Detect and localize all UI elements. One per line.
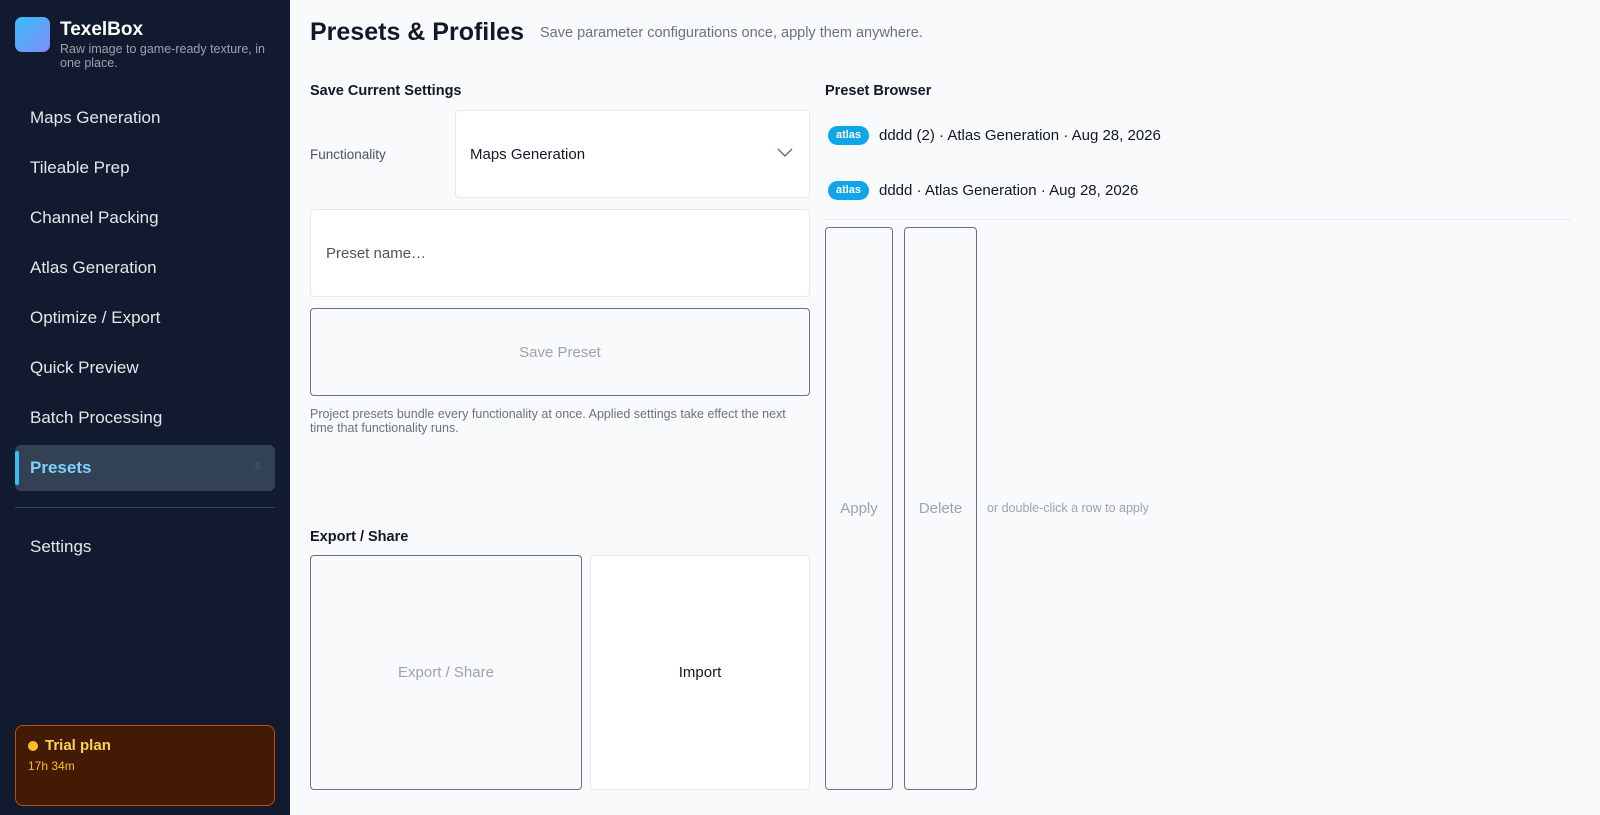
sidebar-item-label: Presets xyxy=(30,458,92,477)
sidebar-item-batch-processing[interactable]: Batch Processing xyxy=(15,395,275,441)
helper-text: Project presets bundle every functionali… xyxy=(310,407,786,435)
sidebar-item-label: Atlas Generation xyxy=(30,258,157,277)
preset-tag-badge: atlas xyxy=(828,180,869,200)
sidebar-item-optimize-export[interactable]: Optimize / Export xyxy=(15,295,275,341)
app-logo-icon xyxy=(15,17,50,52)
preset-row-text: dddd (2) · Atlas Generation · Aug 28, 20… xyxy=(879,126,1161,144)
page-title: Presets & Profiles xyxy=(310,18,524,46)
functionality-select[interactable]: Maps Generation xyxy=(455,110,810,198)
trial-plan-card[interactable]: Trial plan 17h 34m xyxy=(15,725,275,806)
sidebar-item-label: Quick Preview xyxy=(30,358,139,377)
chevron-down-icon xyxy=(777,148,793,158)
app-tagline: Raw image to game-ready texture, in one … xyxy=(60,42,265,70)
sidebar-item-settings[interactable]: Settings xyxy=(15,524,275,570)
browser-divider xyxy=(824,219,1570,220)
preset-name-input[interactable] xyxy=(310,209,810,297)
sidebar-item-maps-generation[interactable]: Maps Generation xyxy=(15,95,275,141)
save-section-title: Save Current Settings xyxy=(310,83,462,99)
sidebar: TexelBox Raw image to game-ready texture… xyxy=(0,0,290,815)
export-share-button[interactable]: Export / Share xyxy=(310,555,582,790)
preset-browser-title: Preset Browser xyxy=(825,83,932,99)
sidebar-item-label: Optimize / Export xyxy=(30,308,161,327)
sidebar-item-quick-preview[interactable]: Quick Preview xyxy=(15,345,275,391)
delete-button[interactable]: Delete xyxy=(904,227,977,790)
save-preset-button[interactable]: Save Preset xyxy=(310,308,810,396)
count-badge: 8 xyxy=(254,461,261,473)
apply-button[interactable]: Apply xyxy=(825,227,893,790)
preset-row[interactable]: atlas dddd · Atlas Generation · Aug 28, … xyxy=(824,170,1574,210)
sidebar-item-label: Channel Packing xyxy=(30,208,159,227)
functionality-select-value: Maps Generation xyxy=(470,145,586,163)
sidebar-item-presets[interactable]: Presets 8 xyxy=(15,445,275,491)
sidebar-item-atlas-generation[interactable]: Atlas Generation xyxy=(15,245,275,291)
sidebar-item-label: Batch Processing xyxy=(30,408,163,427)
sidebar-divider xyxy=(15,507,275,508)
status-dot-icon xyxy=(28,741,38,751)
sidebar-item-label: Maps Generation xyxy=(30,108,161,127)
sidebar-item-channel-packing[interactable]: Channel Packing xyxy=(15,195,275,241)
sidebar-item-tileable-prep[interactable]: Tileable Prep xyxy=(15,145,275,191)
sidebar-item-label: Tileable Prep xyxy=(30,158,130,177)
import-button[interactable]: Import xyxy=(590,555,810,790)
preset-tag-badge: atlas xyxy=(828,125,869,145)
app-name: TexelBox xyxy=(60,19,144,40)
export-section-title: Export / Share xyxy=(310,529,409,545)
preset-row-text: dddd · Atlas Generation · Aug 28, 2026 xyxy=(879,181,1139,199)
apply-hint: or double-click a row to apply xyxy=(987,501,1149,515)
trial-remaining: 17h 34m xyxy=(28,759,75,773)
sidebar-item-label: Settings xyxy=(30,537,92,556)
preset-row[interactable]: atlas dddd (2) · Atlas Generation · Aug … xyxy=(824,115,1574,155)
functionality-label: Functionality xyxy=(310,147,386,162)
trial-title: Trial plan xyxy=(45,737,111,754)
page-subtitle: Save parameter configurations once, appl… xyxy=(540,25,923,41)
main-content: Presets & Profiles Save parameter config… xyxy=(290,0,1600,815)
